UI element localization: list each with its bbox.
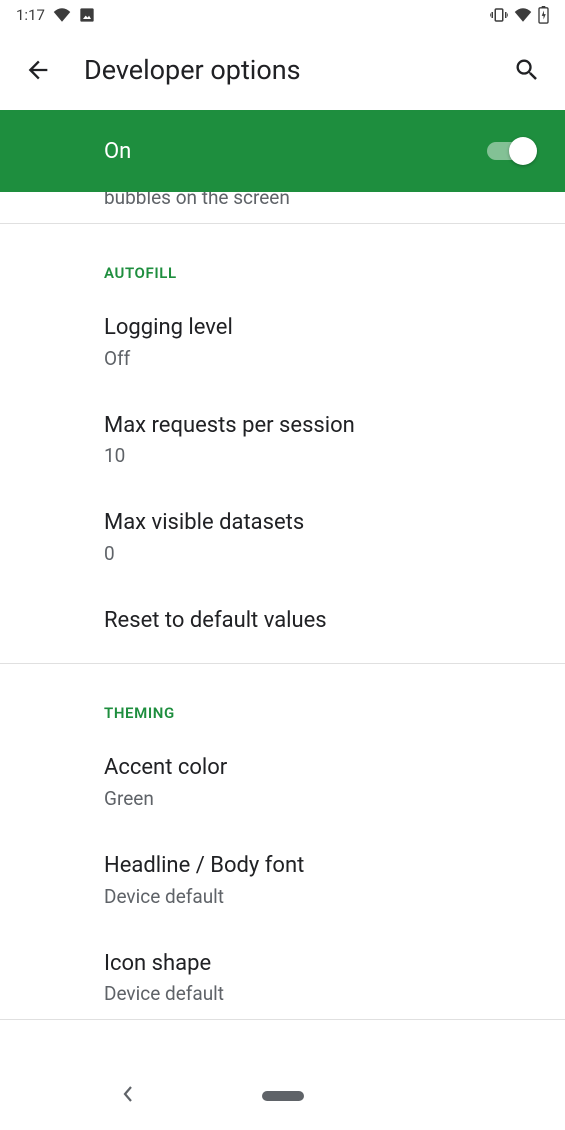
setting-headline-font[interactable]: Headline / Body font Device default	[0, 824, 565, 922]
vibrate-icon	[490, 7, 508, 23]
setting-title: Logging level	[104, 314, 541, 343]
section-header-theming: THEMING	[0, 664, 565, 726]
setting-subtitle: 10	[104, 444, 541, 467]
back-button[interactable]	[22, 54, 54, 86]
status-bar: 1:17	[0, 0, 565, 30]
nav-back-button[interactable]	[120, 1084, 136, 1108]
setting-accent-color[interactable]: Accent color Green	[0, 726, 565, 824]
setting-title: Icon shape	[104, 950, 541, 979]
setting-subtitle: Device default	[104, 982, 541, 1005]
setting-max-requests[interactable]: Max requests per session 10	[0, 384, 565, 482]
setting-max-datasets[interactable]: Max visible datasets 0	[0, 481, 565, 579]
wifi-icon-2	[514, 8, 532, 22]
status-time: 1:17	[16, 6, 45, 24]
nav-home-pill[interactable]	[262, 1091, 304, 1101]
master-switch-toggle[interactable]	[487, 136, 537, 166]
system-nav-bar	[0, 1062, 565, 1130]
setting-title: Headline / Body font	[104, 852, 541, 881]
master-switch-bar[interactable]: On	[0, 110, 565, 192]
wifi-icon	[53, 8, 71, 22]
settings-scroll-area[interactable]: bubbles on the screen AUTOFILL Logging l…	[0, 192, 565, 1062]
battery-icon	[538, 6, 549, 24]
setting-subtitle: Device default	[104, 885, 541, 908]
setting-title: Max requests per session	[104, 412, 541, 441]
cutoff-setting-subtitle: bubbles on the screen	[0, 192, 565, 223]
setting-title: Max visible datasets	[104, 509, 541, 538]
setting-icon-shape[interactable]: Icon shape Device default	[0, 922, 565, 1020]
setting-subtitle: Green	[104, 787, 541, 810]
setting-title: Accent color	[104, 754, 541, 783]
app-bar: Developer options	[0, 30, 565, 110]
setting-title: Reset to default values	[104, 607, 541, 636]
setting-reset-defaults[interactable]: Reset to default values	[0, 579, 565, 664]
search-button[interactable]	[511, 54, 543, 86]
image-icon	[79, 7, 95, 23]
page-title: Developer options	[84, 54, 511, 86]
divider	[0, 1019, 565, 1020]
setting-logging-level[interactable]: Logging level Off	[0, 286, 565, 384]
setting-subtitle: 0	[104, 542, 541, 565]
setting-subtitle: Off	[104, 347, 541, 370]
section-header-autofill: AUTOFILL	[0, 224, 565, 286]
master-switch-label: On	[104, 139, 487, 164]
